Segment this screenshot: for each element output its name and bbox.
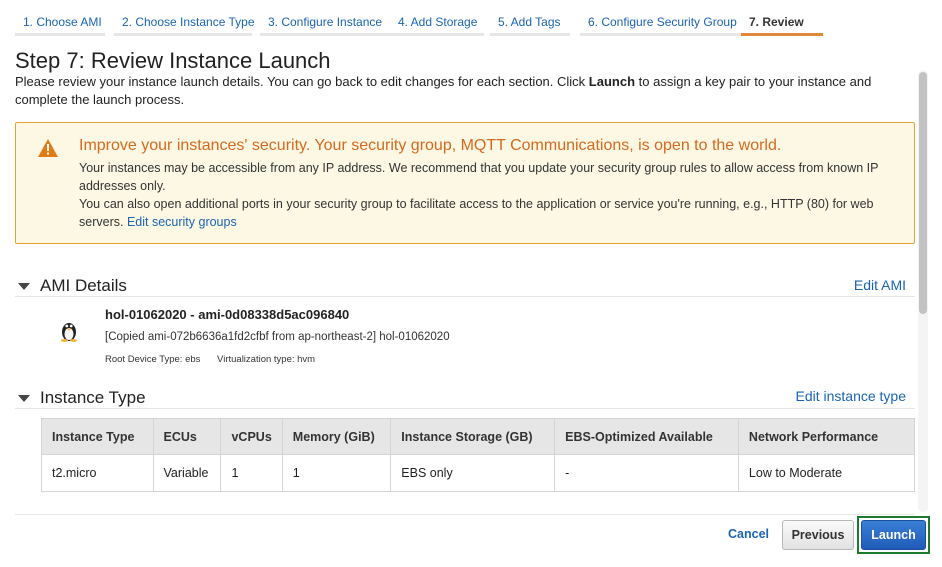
- ami-details-toggle[interactable]: AMI Details: [15, 276, 127, 296]
- footer-divider: [15, 514, 915, 515]
- tab-add-tags[interactable]: 5. Add Tags: [490, 8, 570, 36]
- column-header: ECUs: [152, 418, 222, 455]
- instance-type-toggle[interactable]: Instance Type: [15, 388, 146, 408]
- page-title: Step 7: Review Instance Launch: [15, 48, 331, 73]
- instance-type-table: Instance Type ECUs vCPUs Memory (GiB) In…: [41, 418, 916, 492]
- security-warning-alert: Improve your instances' security. Your s…: [15, 122, 915, 244]
- warning-icon: [38, 139, 58, 157]
- launch-button[interactable]: Launch: [861, 520, 926, 550]
- collapse-caret-icon: [18, 282, 30, 290]
- root-device-type: Root Device Type: ebs: [105, 354, 201, 365]
- table-cell: Variable: [152, 454, 222, 492]
- edit-ami-link[interactable]: Edit AMI: [854, 277, 906, 293]
- alert-line-1: Your instances may be accessible from an…: [79, 161, 879, 193]
- table-row: t2.micro Variable 1 1 EBS only - Low to …: [41, 454, 916, 492]
- virtualization-type: Virtualization type: hvm: [217, 354, 316, 365]
- edit-instance-type-link[interactable]: Edit instance type: [795, 388, 906, 404]
- alert-title: Improve your instances' security. Your s…: [79, 137, 782, 154]
- column-header: Network Performance: [737, 418, 916, 455]
- table-cell: t2.micro: [41, 454, 154, 492]
- collapse-caret-icon: [18, 394, 30, 402]
- table-cell: -: [554, 454, 739, 492]
- ami-details-title: AMI Details: [40, 276, 127, 295]
- alert-body: Your instances may be accessible from an…: [79, 159, 899, 231]
- tab-add-storage[interactable]: 4. Add Storage: [390, 8, 484, 36]
- vertical-scrollbar[interactable]: [918, 70, 928, 512]
- edit-security-groups-link[interactable]: Edit security groups: [127, 215, 237, 229]
- ami-description: [Copied ami-072b6636a1fd2cfbf from ap-no…: [105, 331, 450, 343]
- alert-line-2: You can also open additional ports in yo…: [79, 197, 874, 229]
- intro-launch-keyword: Launch: [588, 74, 636, 89]
- table-cell: 1: [220, 454, 283, 492]
- tab-review[interactable]: 7. Review: [741, 8, 823, 36]
- page-intro: Please review your instance launch detai…: [15, 74, 872, 107]
- scrollbar-thumb[interactable]: [919, 72, 927, 314]
- column-header: Instance Type: [41, 418, 154, 455]
- tab-configure-instance[interactable]: 3. Configure Instance: [260, 8, 397, 36]
- divider: [15, 296, 915, 297]
- review-content: Step 7: Review Instance Launch Please re…: [0, 44, 930, 514]
- table-cell: EBS only: [390, 454, 556, 492]
- ami-name: hol-01062020 - ami-0d08338d5ac096840: [105, 307, 350, 322]
- column-header: Instance Storage (GB): [390, 418, 556, 455]
- linux-tux-icon: [61, 323, 77, 342]
- cancel-button[interactable]: Cancel: [728, 527, 769, 541]
- previous-button[interactable]: Previous: [782, 520, 854, 550]
- table-cell: 1: [281, 454, 392, 492]
- divider: [15, 408, 915, 409]
- ami-metadata: Root Device Type: ebs Virtualization typ…: [105, 354, 329, 365]
- instance-type-title: Instance Type: [40, 388, 146, 407]
- column-header: vCPUs: [220, 418, 283, 455]
- tab-configure-security-group[interactable]: 6. Configure Security Group: [580, 8, 748, 36]
- column-header: EBS-Optimized Available: [554, 418, 739, 455]
- table-cell: Low to Moderate: [737, 454, 916, 492]
- column-header: Memory (GiB): [281, 418, 392, 455]
- tab-choose-ami[interactable]: 1. Choose AMI: [15, 8, 105, 36]
- launch-button-highlight: Launch: [857, 516, 930, 554]
- tab-choose-instance-type[interactable]: 2. Choose Instance Type: [114, 8, 255, 36]
- table-header-row: Instance Type ECUs vCPUs Memory (GiB) In…: [41, 418, 916, 455]
